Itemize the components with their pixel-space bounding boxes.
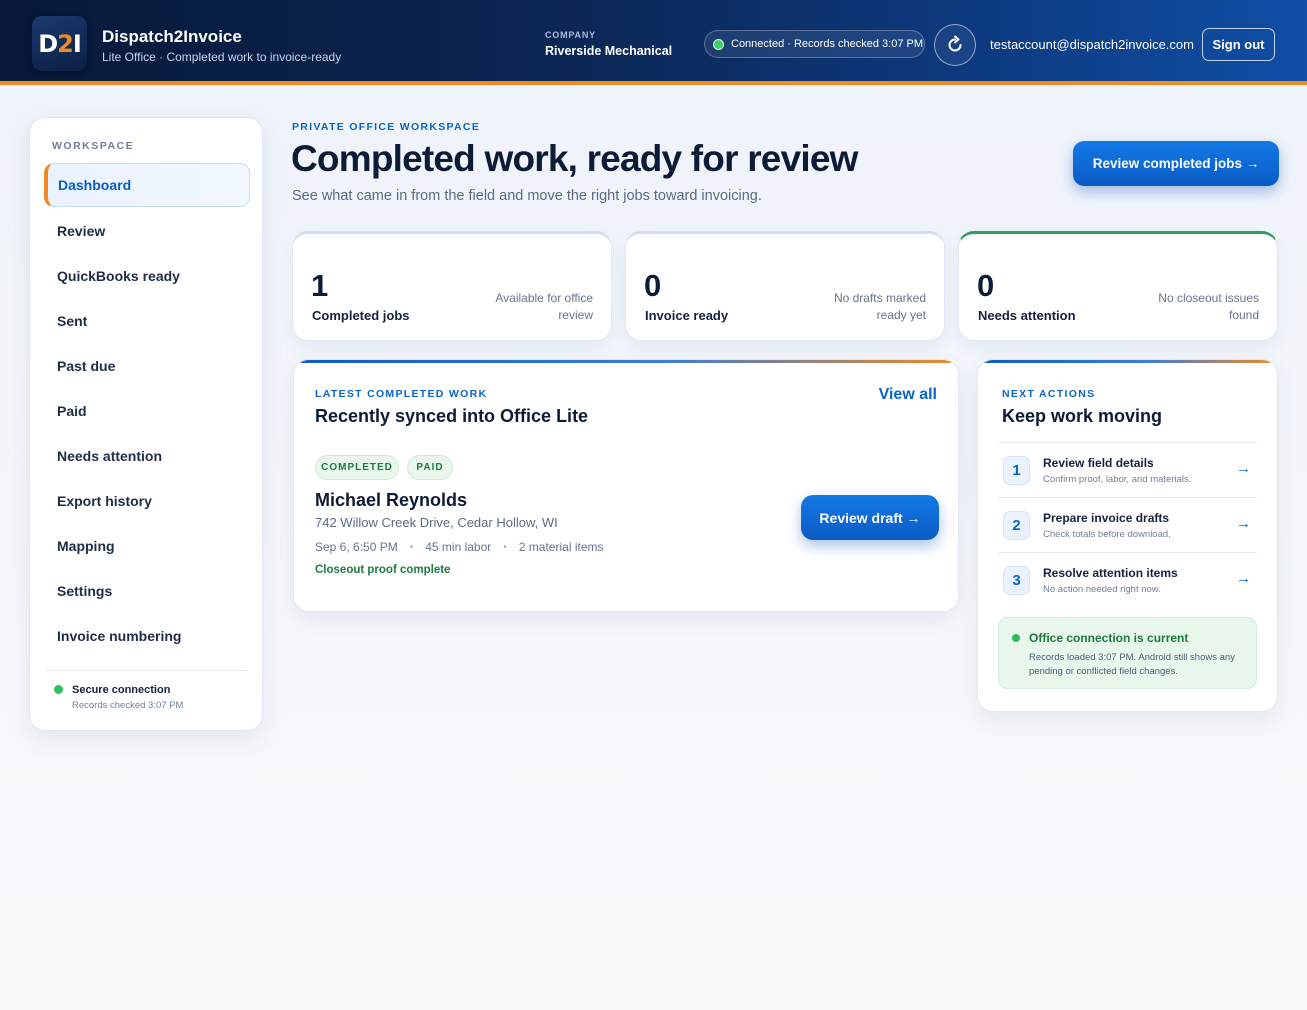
review-completed-jobs-button[interactable]: Review completed jobs → [1073,141,1279,186]
stat-label: Needs attention [978,308,1076,323]
app-subtitle: Lite Office · Completed work to invoice-… [102,50,342,64]
action-title: Prepare invoice drafts [1043,511,1170,525]
page-eyebrow: PRIVATE OFFICE WORKSPACE [292,121,481,133]
step-number: 1 [1003,456,1030,485]
sidebar-item-invoice-numbering[interactable]: Invoice numbering [44,614,250,658]
action-title: Resolve attention items [1043,566,1178,580]
status-badge-paid: PAID [407,455,453,480]
action-title: Review field details [1043,456,1154,470]
next-actions-title: Keep work moving [1002,406,1163,426]
latest-work-title: Recently synced into Office Lite [315,406,589,426]
review-draft-button[interactable]: Review draft → [801,495,939,540]
meta-separator: • [409,541,414,553]
sidebar-item-settings[interactable]: Settings [44,569,250,613]
stat-value: 1 [311,268,329,303]
sidebar-divider [46,670,248,671]
card-accent-stripe [978,360,1277,363]
stat-note: No drafts marked ready yet [833,291,926,322]
stat-value: 0 [977,268,995,303]
page-title: Completed work, ready for review [291,138,858,179]
status-dot-icon [713,38,724,50]
latest-work-card: LATEST COMPLETED WORK Recently synced in… [293,359,959,612]
sidebar-heading: WORKSPACE [52,140,135,152]
action-subtitle: Check totals before download. [1043,529,1171,540]
arrow-right-icon: → [1236,515,1251,532]
latest-work-eyebrow: LATEST COMPLETED WORK [315,388,488,400]
step-number: 2 [1003,511,1030,540]
office-connection-status: Office connection is current Records loa… [998,617,1257,689]
sidebar-item-needs-attention[interactable]: Needs attention [44,434,250,478]
card-accent-stripe [294,360,958,363]
refresh-icon [948,35,962,52]
sidebar-item-review[interactable]: Review [44,209,250,253]
company-label: COMPANY [545,30,596,40]
connection-status-text: Connected · Records checked 3:07 PM [731,38,923,50]
meta-separator: • [503,541,507,553]
client-name: Michael Reynolds [315,490,468,510]
stat-card-completed-jobs: 1 Completed jobs Available for office re… [292,231,612,341]
stat-card-needs-attention: 0 Needs attention No closeout issues fou… [958,231,1278,341]
company-name: Riverside Mechanical [545,44,673,58]
closeout-proof-status: Closeout proof complete [315,564,451,576]
next-actions-eyebrow: NEXT ACTIONS [1002,388,1096,400]
connection-status-pill: Connected · Records checked 3:07 PM [704,30,925,58]
action-subtitle: No action needed right now. [1043,584,1161,595]
sign-out-button[interactable]: Sign out [1202,28,1275,61]
next-actions-card: NEXT ACTIONS Keep work moving 1 Review f… [977,359,1278,712]
secure-status-dot-icon [54,685,63,694]
secure-connection-title: Secure connection [72,684,171,696]
sidebar-item-quickbooks-ready[interactable]: QuickBooks ready [44,254,250,298]
stat-label: Invoice ready [645,308,729,323]
action-item-review-field-details[interactable]: 1 Review field details Confirm proof, la… [998,442,1257,497]
step-number: 3 [1003,566,1030,595]
action-item-resolve-attention-items[interactable]: 3 Resolve attention items No action need… [998,552,1257,607]
connection-dot-icon [1012,634,1020,642]
client-address: 742 Willow Creek Drive, Cedar Hollow, WI [315,515,558,530]
job-datetime: Sep 6, 6:50 PM [315,540,398,554]
sidebar-item-dashboard[interactable]: Dashboard [44,163,250,207]
sidebar-item-past-due[interactable]: Past due [44,344,250,388]
stat-label: Completed jobs [312,308,410,323]
secure-connection-subtext: Records checked 3:07 PM [72,700,184,711]
app-logo: D2I [32,16,87,71]
sidebar-item-export-history[interactable]: Export history [44,479,250,523]
app-title: Dispatch2Invoice [102,27,242,46]
sidebar-item-sent[interactable]: Sent [44,299,250,343]
arrow-right-icon: → [1236,570,1251,587]
stat-card-invoice-ready: 0 Invoice ready No drafts marked ready y… [625,231,945,341]
view-all-link[interactable]: View all [879,386,937,404]
sidebar-item-paid[interactable]: Paid [44,389,250,433]
stat-note: Available for office review [495,291,593,322]
job-meta-row: Sep 6, 6:50 PM • 45 min labor • 2 materi… [315,540,604,554]
arrow-right-icon: → [1236,460,1251,477]
connection-status-title: Office connection is current [1029,631,1189,645]
job-materials: 2 material items [518,540,604,554]
logo-mark: D2I [38,29,82,58]
action-item-prepare-invoice-drafts[interactable]: 2 Prepare invoice drafts Check totals be… [998,497,1257,552]
refresh-button[interactable] [934,24,976,66]
sidebar: WORKSPACE Dashboard Review QuickBooks re… [29,117,263,731]
action-subtitle: Confirm proof, labor, and materials. [1043,474,1192,485]
job-labor: 45 min labor [425,540,492,554]
stat-note: No closeout issues found [1158,291,1259,322]
status-badge-completed: COMPLETED [315,455,399,480]
page-subtitle: See what came in from the field and move… [292,188,762,204]
top-header: D2I Dispatch2Invoice Lite Office · Compl… [0,0,1307,85]
stat-value: 0 [644,268,662,303]
connection-status-text: Records loaded 3:07 PM. Android still sh… [1029,652,1235,677]
sidebar-item-mapping[interactable]: Mapping [44,524,250,568]
user-email: testaccount@dispatch2invoice.com [990,37,1194,52]
